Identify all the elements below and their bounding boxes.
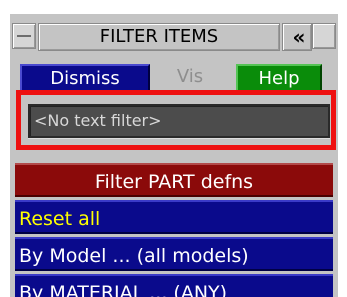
filter-part-defns-header[interactable]: Filter PART defns: [15, 163, 333, 197]
collapse-arrows-icon[interactable]: «: [282, 23, 312, 51]
reset-all-item[interactable]: Reset all: [15, 200, 333, 234]
by-material-item[interactable]: By MATERIAL ... (ANY): [15, 274, 333, 297]
text-filter-input[interactable]: <No text filter>: [28, 104, 330, 138]
minimize-bar-icon[interactable]: [12, 23, 36, 49]
by-model-item[interactable]: By Model ... (all models): [15, 237, 333, 271]
vis-button[interactable]: Vis: [162, 64, 218, 90]
title-bar: FILTER ITEMS «: [10, 20, 338, 54]
filter-items-panel: FILTER ITEMS « Dismiss Vis Help <No text…: [0, 0, 347, 297]
window-square-icon[interactable]: [312, 23, 336, 49]
window-title[interactable]: FILTER ITEMS: [38, 23, 280, 51]
